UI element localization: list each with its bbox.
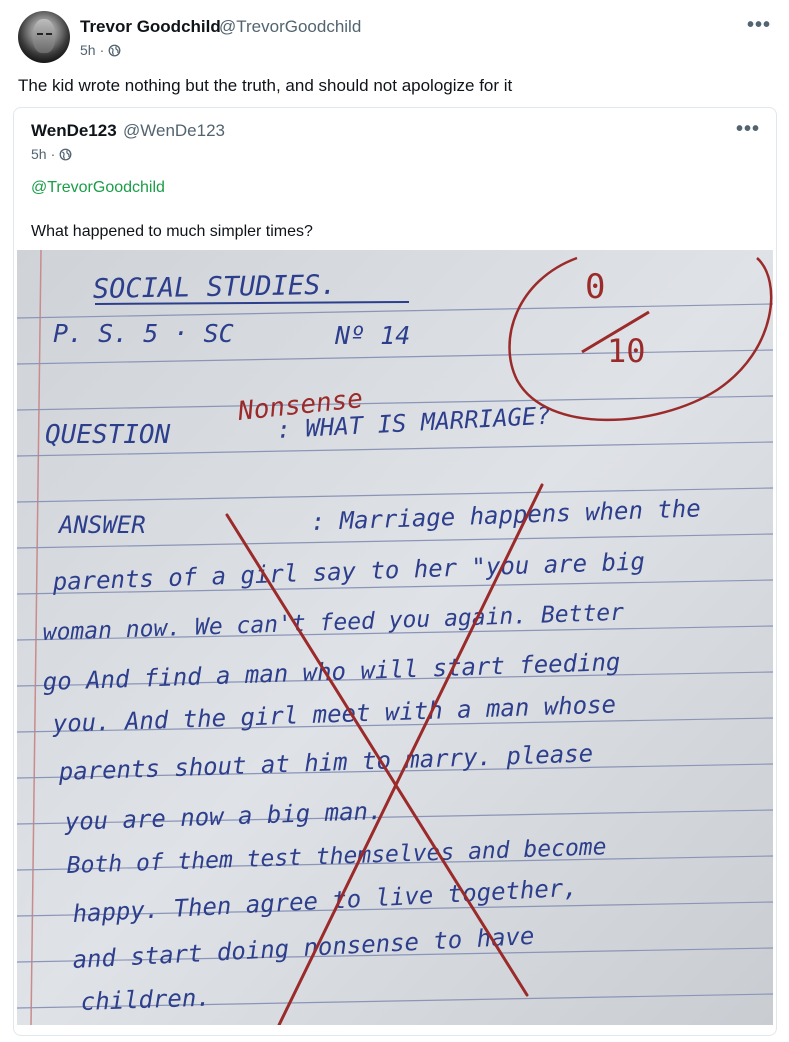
class-line: P. S. 5 · SC <box>53 319 234 348</box>
score-numerator: 0 <box>585 267 605 307</box>
meta-separator: · <box>50 146 56 162</box>
answer-label: ANSWER <box>57 511 146 539</box>
mention-link[interactable]: @TrevorGoodchild <box>31 179 165 197</box>
question-label: QUESTION <box>45 420 171 450</box>
avatar[interactable] <box>18 11 70 63</box>
author-name[interactable]: Trevor Goodchild <box>80 17 221 37</box>
score-denominator: 10 <box>607 332 646 370</box>
globe-icon <box>108 44 121 56</box>
notebook-number: Nº 14 <box>334 321 410 350</box>
post-time[interactable]: 5h <box>80 42 96 58</box>
post-card: Trevor Goodchild @TrevorGoodchild 5h · •… <box>0 0 789 1042</box>
quoted-more-options-icon[interactable]: ••• <box>736 118 760 141</box>
avatar-eye <box>46 33 52 35</box>
more-options-icon[interactable]: ••• <box>747 14 771 37</box>
author-handle[interactable]: @TrevorGoodchild <box>219 17 361 37</box>
globe-icon <box>59 148 72 160</box>
notebook-heading: SOCIAL STUDIES. <box>93 270 337 305</box>
avatar-eye <box>37 33 43 35</box>
post-meta: 5h · <box>80 42 121 58</box>
attached-photo[interactable]: SOCIAL STUDIES. P. S. 5 · SC Nº 14 QUEST… <box>17 250 773 1025</box>
quoted-time[interactable]: 5h <box>31 146 47 162</box>
quoted-post[interactable]: WenDe123 @WenDe123 5h · ••• @TrevorGoodc… <box>13 107 777 1036</box>
quoted-text: What happened to much simpler times? <box>31 223 313 240</box>
quoted-author-handle[interactable]: @WenDe123 <box>123 121 225 141</box>
answer-line: children. <box>80 983 211 1016</box>
quoted-author-name[interactable]: WenDe123 <box>31 121 117 141</box>
post-text: The kid wrote nothing but the truth, and… <box>18 76 513 95</box>
meta-separator: · <box>99 42 105 58</box>
avatar-face <box>33 19 55 53</box>
quoted-meta: 5h · <box>31 146 72 162</box>
